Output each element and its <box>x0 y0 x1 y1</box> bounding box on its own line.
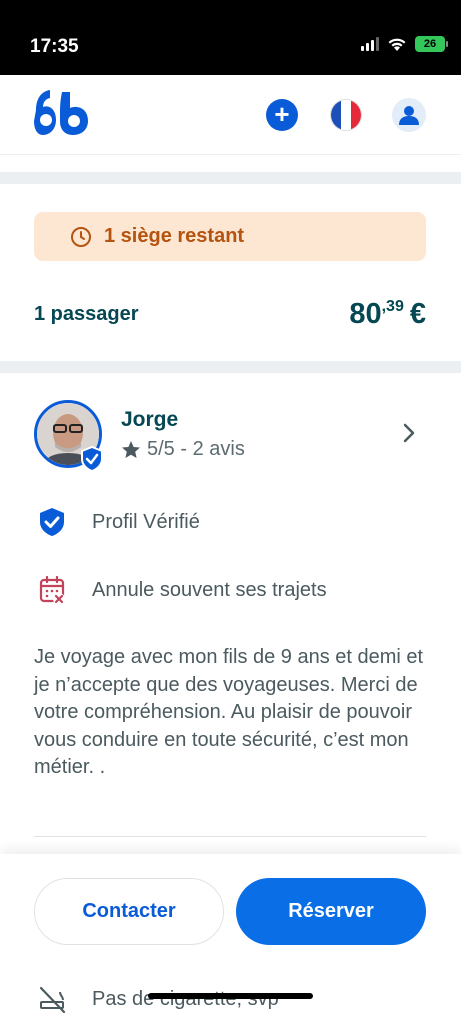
chevron-right-icon <box>403 423 415 443</box>
driver-rating-text: 5/5 - 2 avis <box>147 438 245 460</box>
driver-bio: Je voyage avec mon fils de 9 ans et demi… <box>34 646 424 778</box>
price-main: 80 <box>349 297 382 330</box>
section-separator <box>0 172 461 184</box>
feature-label: Annule souvent ses trajets <box>92 578 327 601</box>
price-currency: € <box>409 297 426 330</box>
verified-shield-icon <box>40 508 64 536</box>
blablacar-logo[interactable] <box>32 88 90 136</box>
seats-alert: 1 siège restant <box>34 212 426 261</box>
star-icon <box>122 440 140 458</box>
status-bar: 17:35 26 <box>0 0 461 75</box>
plus-icon: + <box>274 99 290 129</box>
clock-icon <box>71 226 91 247</box>
home-indicator[interactable] <box>148 993 313 999</box>
price: 80 ,39 € <box>349 298 426 331</box>
reserve-button[interactable]: Réserver <box>236 878 426 945</box>
feature-label: Pas de cigarette, svp <box>92 987 279 1010</box>
feature-cancels-often: Annule souvent ses trajets <box>38 575 327 605</box>
feature-verified-profile: Profil Vérifié <box>38 507 200 537</box>
divider <box>34 836 426 837</box>
seats-alert-text: 1 siège restant <box>104 225 245 247</box>
language-flag-button[interactable] <box>330 99 362 131</box>
status-time: 17:35 <box>30 36 79 57</box>
status-icons: 26 <box>361 36 448 52</box>
driver-name: Jorge <box>121 408 179 431</box>
bottom-action-bar: Contacter Réserver <box>0 854 461 979</box>
wifi-icon <box>388 38 406 51</box>
verified-badge-icon <box>81 446 103 472</box>
profile-button[interactable] <box>392 98 426 132</box>
feature-no-smoking: Pas de cigarette, svp <box>38 984 279 1014</box>
calendar-cancel-icon <box>39 575 65 605</box>
app-header: + <box>0 75 461 155</box>
section-separator <box>0 361 461 373</box>
contact-button[interactable]: Contacter <box>34 878 224 945</box>
price-cents: ,39 <box>381 297 404 315</box>
user-icon <box>399 106 419 125</box>
passenger-price-row: 1 passager 80 ,39 € <box>34 296 426 332</box>
no-smoking-icon <box>39 986 66 1014</box>
driver-rating: 5/5 - 2 avis <box>121 438 245 461</box>
passenger-count: 1 passager <box>34 302 139 325</box>
feature-label: Profil Vérifié <box>92 510 200 533</box>
battery-icon: 26 <box>415 36 448 52</box>
signal-icon <box>361 37 379 51</box>
driver-profile-row[interactable]: Jorge 5/5 - 2 avis <box>34 400 426 472</box>
add-ride-button[interactable]: + <box>266 99 298 131</box>
